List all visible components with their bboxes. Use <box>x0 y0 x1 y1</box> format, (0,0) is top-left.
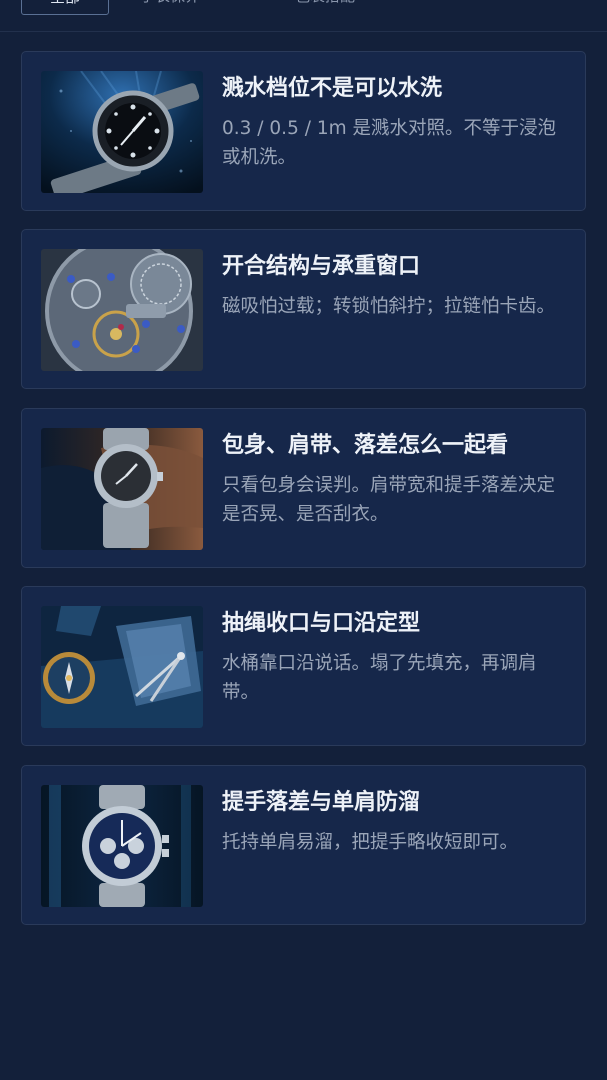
article-title: 提手落差与单肩防溜 <box>222 790 421 815</box>
tab-all[interactable]: 全部 <box>21 0 109 15</box>
article-card[interactable]: 开合结构与承重窗口 磁吸怕过载；转锁怕斜拧；拉链怕卡齿。 <box>21 229 586 389</box>
tab-watch-care[interactable]: 手表保养 <box>135 0 205 13</box>
article-description: 只看包身会误判。肩带宽和提手落差决定是否晃、是否刮衣。 <box>222 475 556 525</box>
article-card[interactable]: 抽绳收口与口沿定型 水桶靠口沿说话。塌了先填充，再调肩带。 <box>21 586 586 746</box>
compass-map-image <box>41 606 203 728</box>
article-description: 水桶靠口沿说话。塌了先填充，再调肩带。 <box>222 653 537 703</box>
article-card[interactable]: 溅水档位不是可以水洗 0.3 / 0.5 / 1m 是溅水对照。不等于浸泡或机洗… <box>21 51 586 211</box>
watch-movement-image <box>41 249 203 371</box>
article-title: 开合结构与承重窗口 <box>222 254 421 279</box>
dive-watch-image <box>41 71 203 193</box>
article-description: 0.3 / 0.5 / 1m 是溅水对照。不等于浸泡或机洗。 <box>222 118 557 168</box>
article-card[interactable]: 包身、肩带、落差怎么一起看 只看包身会误判。肩带宽和提手落差决定是否晃、是否刮衣… <box>21 408 586 568</box>
article-description: 托持单肩易溜，把提手略收短即可。 <box>222 832 519 853</box>
article-title: 溅水档位不是可以水洗 <box>222 76 443 101</box>
article-description: 磁吸怕过载；转锁怕斜拧；拉链怕卡齿。 <box>222 296 556 317</box>
tab-bag-style[interactable]: 包袋搭配 <box>280 0 370 13</box>
category-tab-bar: 全部 手表保养 包袋搭配 <box>0 0 607 32</box>
article-card[interactable]: 提手落差与单肩防溜 托持单肩易溜，把提手略收短即可。 <box>21 765 586 925</box>
chronograph-watch-image <box>41 785 203 907</box>
article-title: 抽绳收口与口沿定型 <box>222 611 421 636</box>
article-title: 包身、肩带、落差怎么一起看 <box>222 433 509 458</box>
wrist-watch-image <box>41 428 203 550</box>
